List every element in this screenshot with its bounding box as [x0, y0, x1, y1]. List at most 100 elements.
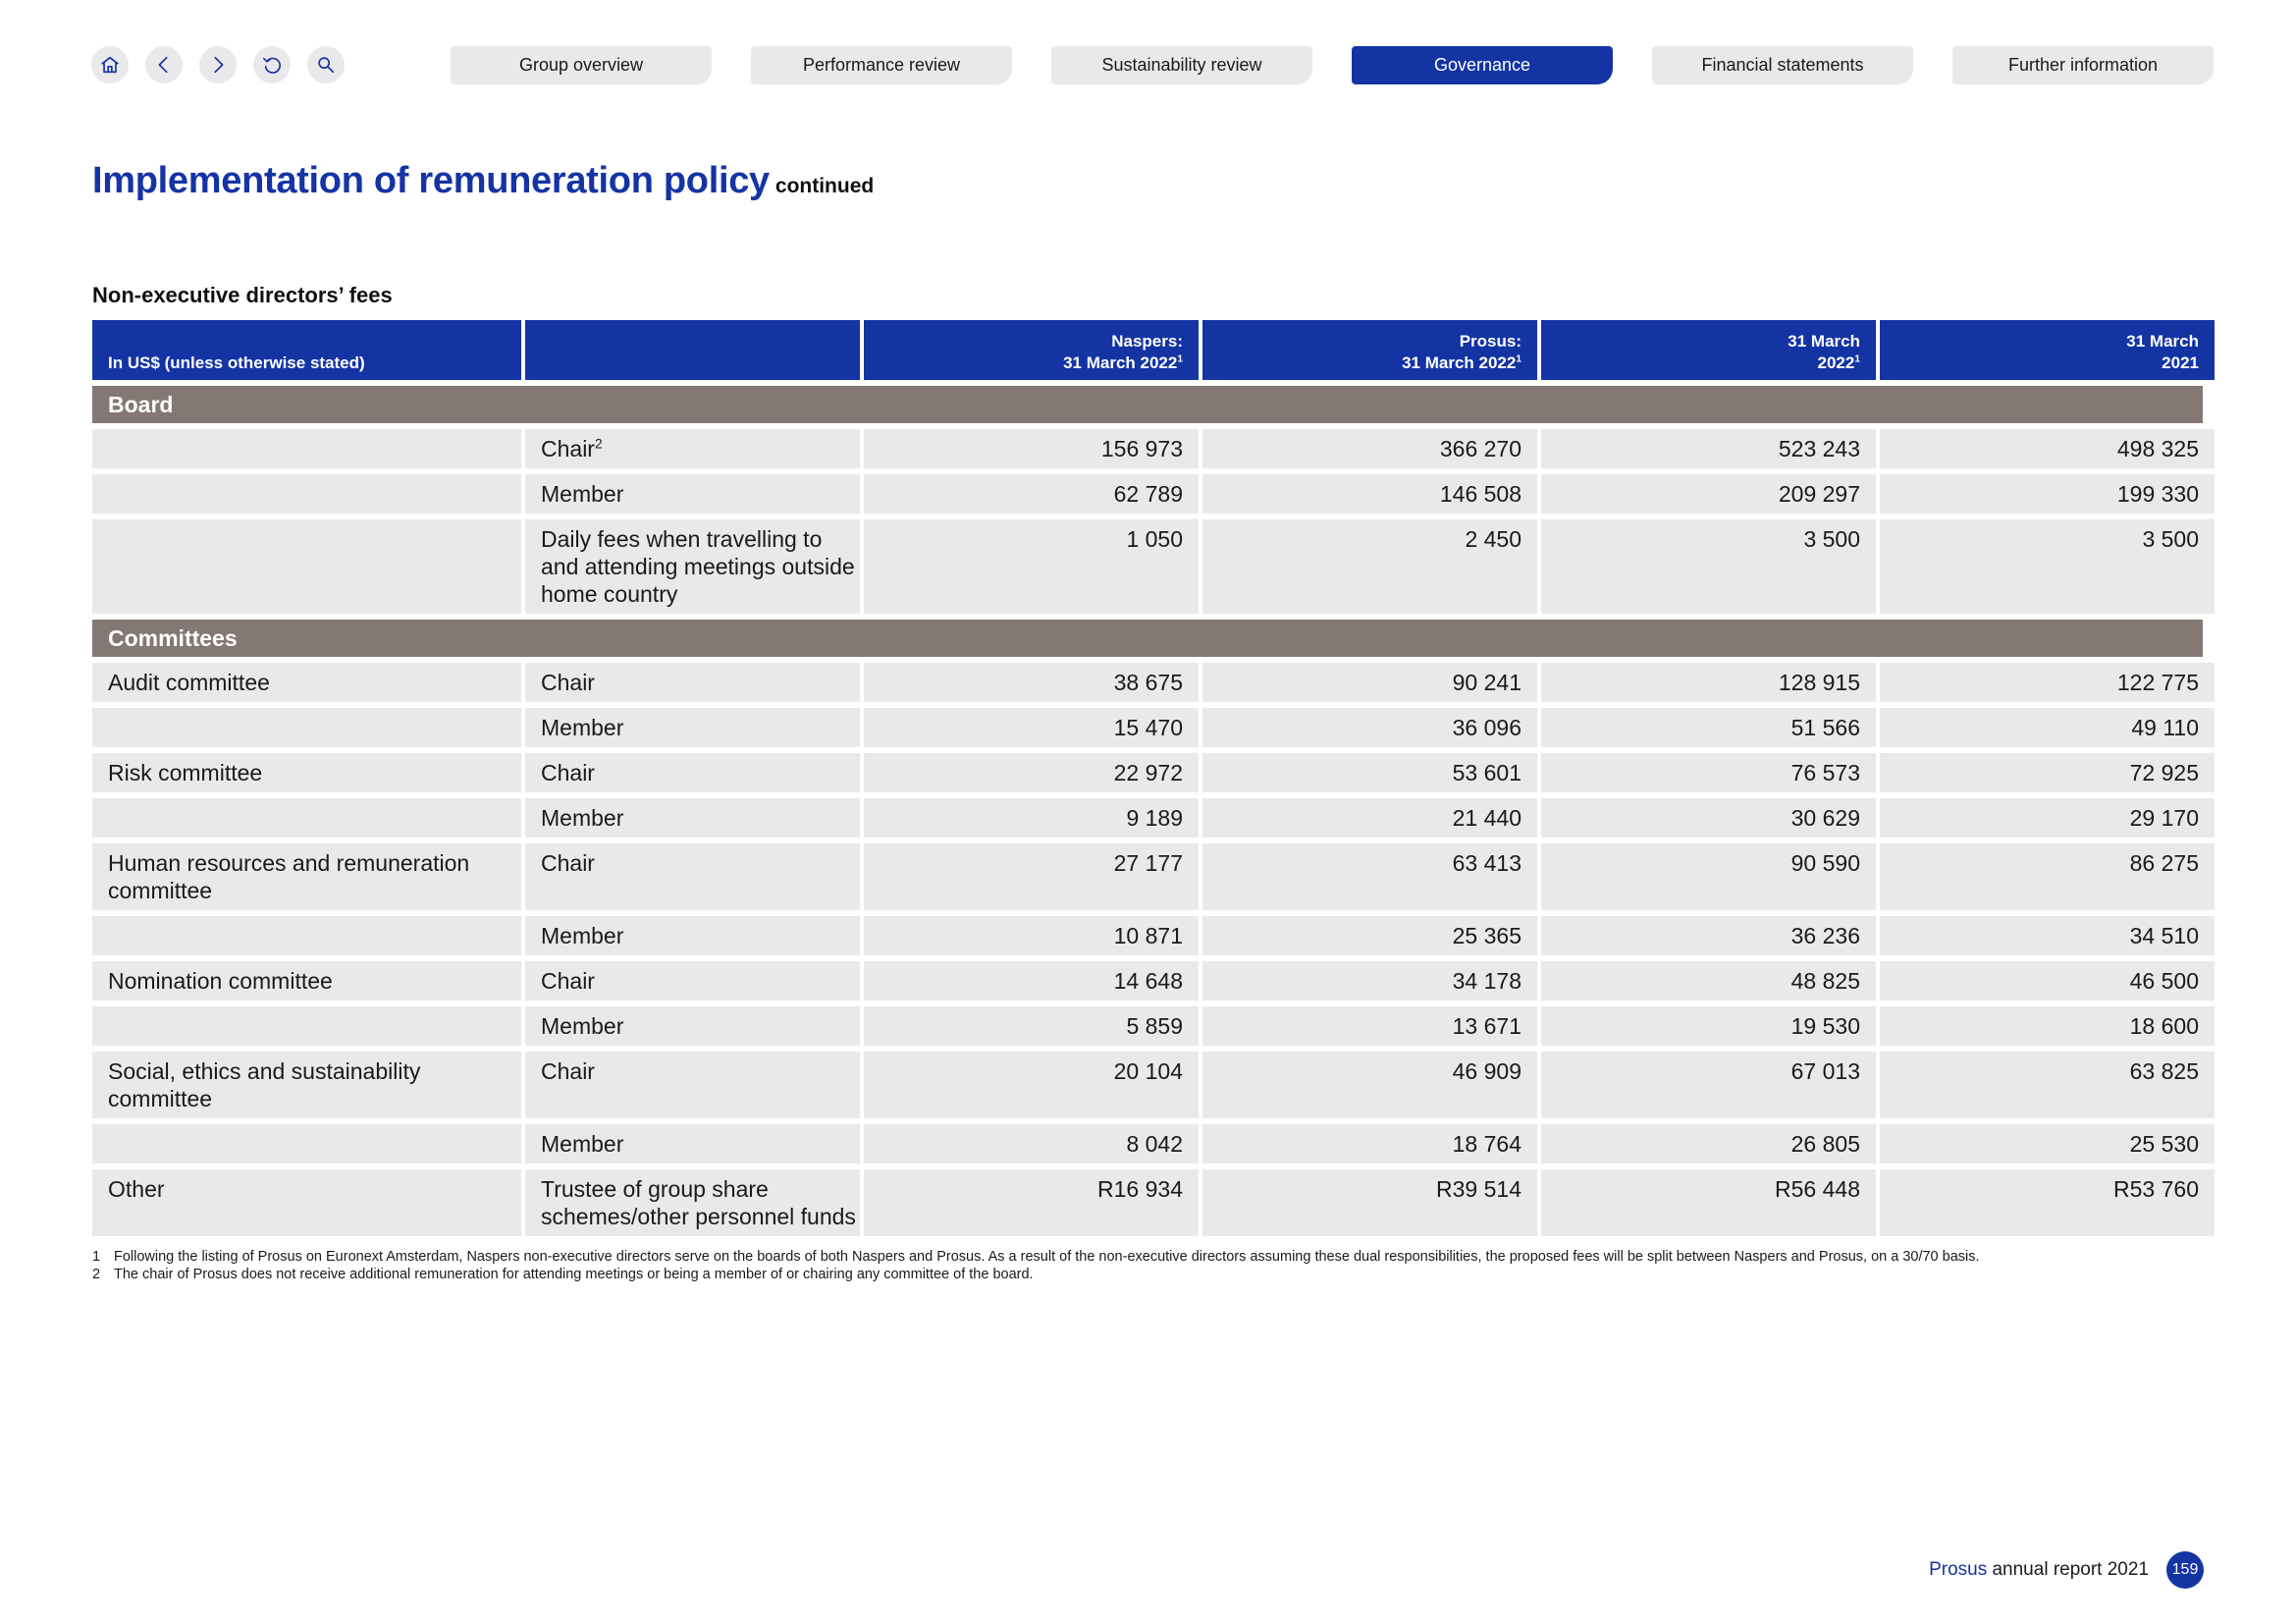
prosus-value-cell: 18 764: [1202, 1124, 1537, 1164]
row-label-cell: Nomination committee: [92, 961, 521, 1001]
page-number-badge: 159: [2166, 1551, 2204, 1589]
table-row: Member 5 859 13 671 19 530 18 600: [92, 1006, 2215, 1046]
table-row: Member 15 470 36 096 51 566 49 110: [92, 708, 2215, 747]
march-2022-value-cell: 523 243: [1541, 429, 1876, 468]
fees-table: In US$ (unless otherwise stated) Naspers…: [92, 320, 2215, 1242]
header-prosus-sup: 1: [1516, 353, 1522, 365]
march-2021-value-cell: 25 530: [1880, 1124, 2215, 1164]
header-role: [525, 320, 860, 380]
page-title-text: Implementation of remuneration policy: [92, 160, 770, 201]
tab-financial-statements[interactable]: Financial statements: [1652, 46, 1913, 84]
home-icon[interactable]: [91, 46, 129, 83]
naspers-value-cell-text: R16 934: [1097, 1176, 1183, 1202]
prosus-value-cell: 366 270: [1202, 429, 1537, 468]
prosus-value-cell: 53 601: [1202, 753, 1537, 792]
table-body: Board Chair2 156 973 366 270 523 243 498 325 M…: [92, 386, 2215, 1236]
role-cell: Member: [525, 798, 860, 838]
role-cell-text: Member: [541, 805, 624, 831]
naspers-value-cell-text: 14 648: [1113, 968, 1183, 994]
naspers-value-cell-text: 1 050: [1126, 526, 1183, 552]
tab-further-information[interactable]: Further information: [1952, 46, 2214, 84]
row-label-cell-text: Risk committee: [108, 760, 263, 785]
table-row: Member 62 789 146 508 209 297 199 330: [92, 474, 2215, 514]
prosus-value-cell-text: 90 241: [1452, 670, 1522, 695]
role-cell: Chair: [525, 961, 860, 1001]
section-title: Non-executive directors’ fees: [92, 283, 393, 307]
brand-name: Prosus: [1929, 1559, 1988, 1580]
naspers-value-cell-text: 9 189: [1126, 805, 1183, 831]
footnote-2-number: 2: [92, 1267, 101, 1282]
header-prosus-line2: 31 March 2022: [1402, 353, 1517, 372]
role-cell-text: Member: [541, 715, 624, 740]
table-row: Social, ethics and sustainability commit…: [92, 1052, 2215, 1118]
table-row: Member 10 871 25 365 36 236 34 510: [92, 916, 2215, 955]
march-2021-value-cell: R53 760: [1880, 1169, 2215, 1236]
row-label-cell: Social, ethics and sustainability commit…: [92, 1052, 521, 1118]
march-2022-value-cell-text: 26 805: [1790, 1131, 1860, 1157]
back-icon[interactable]: [145, 46, 183, 83]
march-2021-value-cell-text: R53 760: [2113, 1176, 2199, 1202]
role-cell-text: Member: [541, 1013, 624, 1039]
prosus-value-cell-text: 34 178: [1452, 968, 1522, 994]
role-cell: Chair: [525, 753, 860, 792]
table-row: Audit committee Chair 38 675 90 241 128 915 1…: [92, 663, 2215, 702]
role-footnote-sup: 2: [594, 436, 603, 452]
naspers-value-cell-text: 8 042: [1126, 1131, 1183, 1157]
row-label-cell: [92, 1006, 521, 1046]
march-2022-value-cell-text: 48 825: [1790, 968, 1860, 994]
forward-icon[interactable]: [199, 46, 237, 83]
march-2022-value-cell-text: 128 915: [1778, 670, 1860, 695]
row-label-cell: [92, 708, 521, 747]
march-2021-value-cell: 63 825: [1880, 1052, 2215, 1118]
naspers-value-cell: 5 859: [864, 1006, 1199, 1046]
march-2021-value-cell: 46 500: [1880, 961, 2215, 1001]
prosus-value-cell: 13 671: [1202, 1006, 1537, 1046]
prosus-value-cell: 46 909: [1202, 1052, 1537, 1118]
march-2021-value-cell: 86 275: [1880, 843, 2215, 910]
naspers-value-cell: 20 104: [864, 1052, 1199, 1118]
tab-governance[interactable]: Governance: [1352, 46, 1613, 84]
march-2021-value-cell-text: 122 775: [2116, 670, 2199, 695]
header-naspers: Naspers: 31 March 20221: [864, 320, 1199, 380]
nav-icon-bar: [91, 46, 345, 83]
row-label-cell: [92, 1124, 521, 1164]
march-2021-value-cell-text: 3 500: [2142, 526, 2199, 552]
march-2021-value-cell-text: 18 600: [2129, 1013, 2199, 1039]
naspers-value-cell: 14 648: [864, 961, 1199, 1001]
role-cell: Daily fees when travelling to and attend…: [525, 519, 860, 614]
role-cell: Chair2: [525, 429, 860, 468]
role-cell: Member: [525, 708, 860, 747]
section-tabs: Group overview Performance review Sustai…: [451, 46, 2214, 84]
naspers-value-cell: 10 871: [864, 916, 1199, 955]
march-2022-value-cell: 209 297: [1541, 474, 1876, 514]
tab-group-overview[interactable]: Group overview: [451, 46, 712, 84]
tab-sustainability-review[interactable]: Sustainability review: [1051, 46, 1312, 84]
march-2022-value-cell-text: 76 573: [1790, 760, 1860, 785]
naspers-value-cell-text: 22 972: [1113, 760, 1183, 785]
role-cell: Member: [525, 474, 860, 514]
search-icon[interactable]: [307, 46, 345, 83]
prosus-value-cell: 25 365: [1202, 916, 1537, 955]
role-cell: Member: [525, 1006, 860, 1046]
naspers-value-cell: 9 189: [864, 798, 1199, 838]
naspers-value-cell-text: 156 973: [1100, 436, 1183, 461]
naspers-value-cell: 62 789: [864, 474, 1199, 514]
march-2022-value-cell: 48 825: [1541, 961, 1876, 1001]
role-cell-text: Member: [541, 481, 624, 507]
header-march-2022-sup: 1: [1854, 353, 1860, 365]
table-row: Human resources and remuneration committ…: [92, 843, 2215, 910]
prosus-value-cell-text: 53 601: [1452, 760, 1522, 785]
tab-performance-review[interactable]: Performance review: [751, 46, 1012, 84]
header-march-2022-line1: 31 March: [1788, 332, 1860, 351]
table-row: Chair2 156 973 366 270 523 243 498 325: [92, 429, 2215, 468]
naspers-value-cell: R16 934: [864, 1169, 1199, 1236]
header-march-2022: 31 March 20221: [1541, 320, 1876, 380]
header-units-text: In US$ (unless otherwise stated): [108, 353, 365, 372]
role-cell: Chair: [525, 663, 860, 702]
prosus-value-cell-text: 13 671: [1452, 1013, 1522, 1039]
role-cell-text: Member: [541, 1131, 624, 1157]
undo-icon[interactable]: [253, 46, 291, 83]
naspers-value-cell-text: 5 859: [1126, 1013, 1183, 1039]
naspers-value-cell: 1 050: [864, 519, 1199, 614]
header-prosus: Prosus: 31 March 20221: [1202, 320, 1537, 380]
